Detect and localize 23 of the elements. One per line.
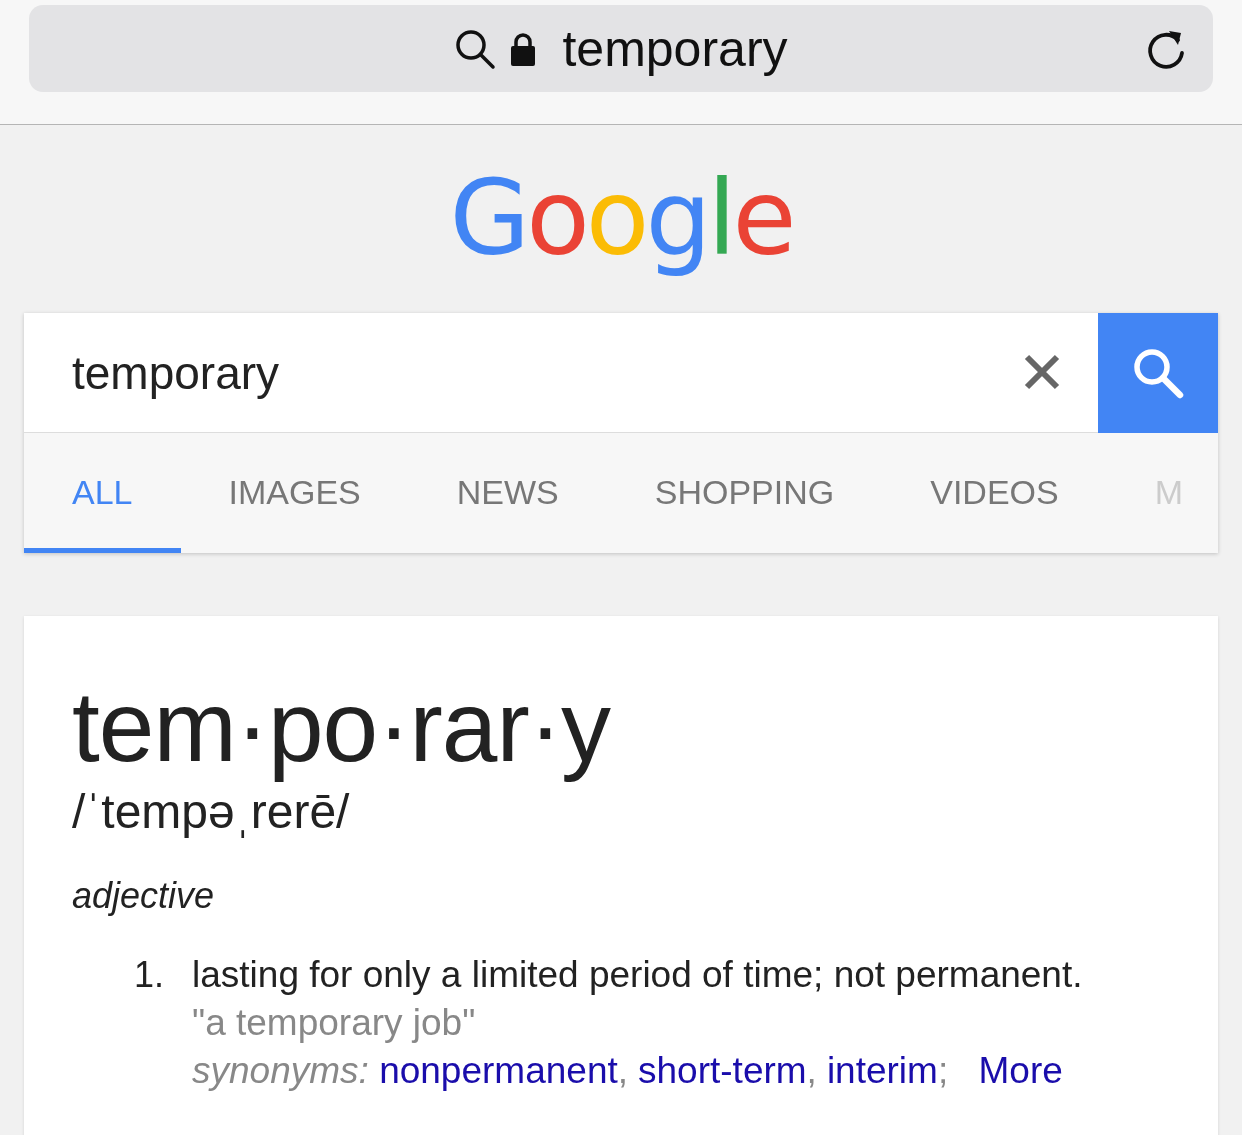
tab[interactable]: VIDEOS [882, 433, 1107, 553]
headword: tem·po·rar·y [72, 669, 612, 784]
search-icon [454, 27, 497, 70]
more-link[interactable]: More [978, 1050, 1063, 1091]
clear-icon[interactable] [1023, 353, 1061, 391]
synonym-link[interactable]: short-term [638, 1050, 807, 1091]
pronunciation: /ˈtempəˌrerē/ [72, 784, 351, 839]
tab[interactable]: ALL [24, 433, 181, 553]
synonym-link[interactable]: interim [826, 1050, 938, 1091]
definition-text: lasting for only a limited period of time; not permanent. [192, 953, 1083, 997]
address-bar[interactable]: temporary [29, 5, 1213, 92]
example-text: "a temporary job" [192, 1001, 477, 1045]
search-field[interactable]: temporary [24, 313, 1098, 432]
synonyms-line: synonyms: nonpermanent, short-term, interim; More [192, 1049, 1064, 1093]
synonym-link[interactable]: nonpermanent [379, 1050, 618, 1091]
url-text: temporary [562, 19, 788, 78]
google-logo[interactable]: Google [449, 123, 793, 313]
tab[interactable]: IMAGES [180, 433, 409, 553]
part-of-speech: adjective [72, 875, 216, 917]
sense-number: 1. [134, 953, 166, 997]
tab[interactable]: NEWS [408, 433, 607, 553]
tab[interactable]: SHOPPING [606, 433, 883, 553]
search-button[interactable] [1098, 313, 1218, 433]
